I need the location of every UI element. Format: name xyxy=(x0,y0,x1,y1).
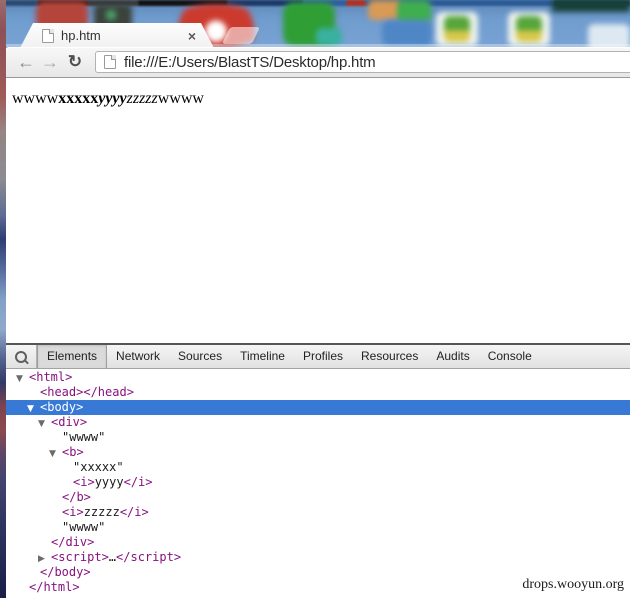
dom-tag: </script> xyxy=(116,550,181,564)
dom-tag: <i> xyxy=(62,505,84,519)
tree-row[interactable]: ▶<script>…</script> xyxy=(6,550,630,565)
text-normal: wwww xyxy=(158,90,204,107)
devtools-tab-timeline[interactable]: Timeline xyxy=(231,345,294,368)
dom-tag: </div> xyxy=(51,535,94,549)
devtools-tab-sources[interactable]: Sources xyxy=(169,345,231,368)
dom-text-node: "wwww" xyxy=(62,430,105,444)
search-button[interactable] xyxy=(6,345,36,368)
tree-row[interactable]: ▼<html> xyxy=(6,370,630,385)
tree-row[interactable]: "wwww" xyxy=(6,430,630,445)
tree-row[interactable]: <i>zzzzz</i> xyxy=(6,505,630,520)
devtools-tab-network[interactable]: Network xyxy=(107,345,169,368)
dom-tag: </body> xyxy=(40,565,91,579)
dom-tag: <body> xyxy=(40,400,83,414)
text-normal: wwww xyxy=(12,90,58,107)
tab-title: hp.htm xyxy=(61,28,101,43)
reload-button[interactable]: ↻ xyxy=(62,48,88,76)
window-left-edge xyxy=(0,0,6,598)
dom-tag: </i> xyxy=(120,505,149,519)
text-bold-italic: yyyy xyxy=(98,90,126,107)
dom-tag: </b> xyxy=(62,490,91,504)
browser-tab[interactable]: hp.htm × xyxy=(20,23,214,48)
devtools-tab-console[interactable]: Console xyxy=(479,345,541,368)
dom-tag: </i> xyxy=(124,475,153,489)
dom-tag: </html> xyxy=(29,580,80,594)
tree-row[interactable]: </div> xyxy=(6,535,630,550)
devtools-tab-audits[interactable]: Audits xyxy=(427,345,478,368)
dom-text-node: yyyy xyxy=(95,475,124,489)
back-button[interactable]: ← xyxy=(14,48,38,76)
dom-text-node: "wwww" xyxy=(62,520,105,534)
dom-text-node: "xxxxx" xyxy=(73,460,124,474)
tree-row[interactable]: </b> xyxy=(6,490,630,505)
dom-tag: <i> xyxy=(73,475,95,489)
desktop-icon xyxy=(552,0,630,12)
devtools-toolbar: ElementsNetworkSourcesTimelineProfilesRe… xyxy=(6,345,630,369)
tree-row[interactable]: <i>yyyy</i> xyxy=(6,475,630,490)
text-bold: xxxxx xyxy=(58,90,98,107)
dom-tag: <div> xyxy=(51,415,87,429)
dom-tag: <html> xyxy=(29,370,72,384)
devtools-tab-resources[interactable]: Resources xyxy=(352,345,427,368)
dom-tag: <b> xyxy=(62,445,84,459)
url-page-icon xyxy=(104,55,116,69)
tree-row[interactable]: ▼<div> xyxy=(6,415,630,430)
dom-text-node: zzzzz xyxy=(84,505,120,519)
desktop-icon xyxy=(106,10,116,20)
tree-row[interactable]: "xxxxx" xyxy=(6,460,630,475)
devtools-tabbar-tabs: ElementsNetworkSourcesTimelineProfilesRe… xyxy=(37,345,541,368)
dom-tag: <script> xyxy=(51,550,109,564)
dom-tag: <head></head> xyxy=(40,385,134,399)
desktop-icon xyxy=(382,20,432,46)
address-bar[interactable]: file:///E:/Users/BlastTS/Desktop/hp.htm xyxy=(95,51,630,73)
devtools-panel: ElementsNetworkSourcesTimelineProfilesRe… xyxy=(6,343,630,598)
navigation-toolbar: ← → ↻ file:///E:/Users/BlastTS/Desktop/h… xyxy=(6,47,630,78)
desktop-icon xyxy=(508,12,550,46)
devtools-tab-profiles[interactable]: Profiles xyxy=(294,345,352,368)
tree-row[interactable]: "wwww" xyxy=(6,520,630,535)
dom-text-node: … xyxy=(109,550,116,564)
forward-button[interactable]: → xyxy=(38,48,62,76)
tree-row[interactable]: <head></head> xyxy=(6,385,630,400)
page-favicon-icon xyxy=(42,29,54,43)
watermark-text: drops.wooyun.org xyxy=(522,577,624,593)
page-content-text: wwwwxxxxxyyyyzzzzzwwww xyxy=(6,79,630,108)
text-italic: zzzzz xyxy=(127,90,158,107)
search-icon xyxy=(15,351,27,363)
tree-row[interactable]: ▼<body> xyxy=(6,400,630,415)
devtools-tab-elements[interactable]: Elements xyxy=(37,345,107,368)
url-text: file:///E:/Users/BlastTS/Desktop/hp.htm xyxy=(124,54,375,71)
tree-row[interactable]: ▼<b> xyxy=(6,445,630,460)
tab-close-icon[interactable]: × xyxy=(188,29,196,43)
page-viewport: wwwwxxxxxyyyyzzzzzwwww xyxy=(6,79,630,343)
desktop-icon xyxy=(436,12,478,46)
dom-tree: ▼<html><head></head>▼<body>▼<div>"wwww"▼… xyxy=(6,369,630,595)
